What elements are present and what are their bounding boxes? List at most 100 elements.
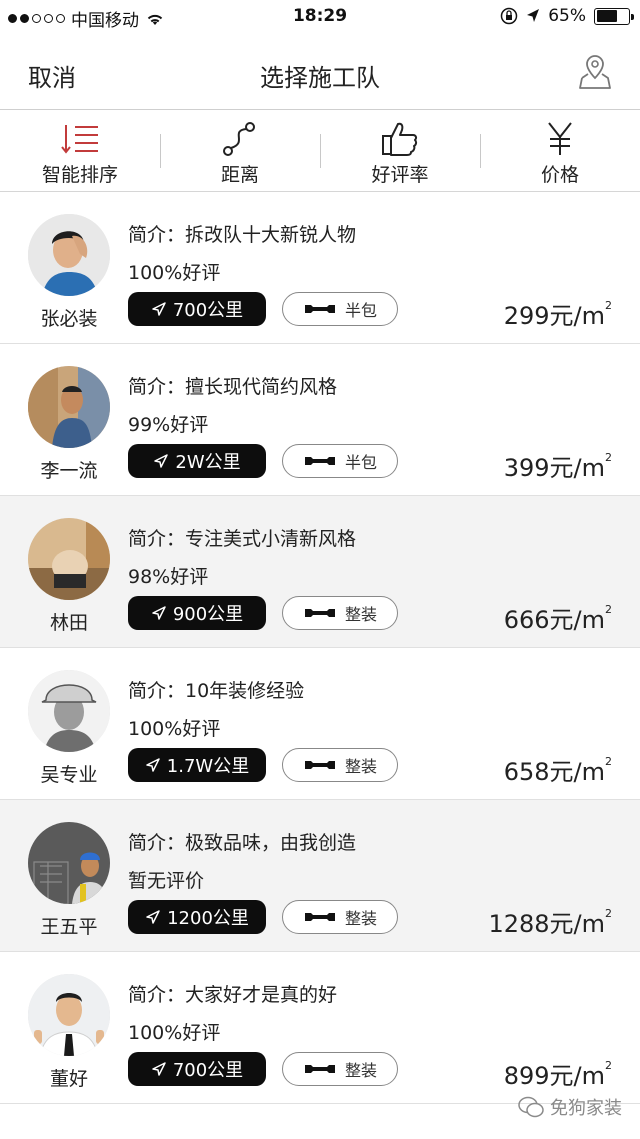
package-text: 半包	[344, 301, 377, 320]
wrench-icon	[304, 305, 335, 313]
navigation-arrow-icon	[152, 302, 166, 316]
price-label: 899元/m2	[504, 1056, 612, 1091]
status-right: 65%	[500, 6, 634, 26]
distance-badge: 1.7W公里	[128, 748, 266, 782]
package-text: 整装	[344, 605, 377, 624]
battery-percent: 65%	[548, 6, 586, 26]
team-intro: 简介：拆改队十大新锐人物	[128, 224, 357, 246]
navigation-arrow-icon	[152, 606, 166, 620]
sort-tab-price[interactable]: 价格	[480, 110, 640, 191]
price-unit-sup: 2	[605, 451, 612, 464]
team-intro: 简介：擅长现代简约风格	[128, 376, 338, 398]
map-pin-icon	[579, 55, 611, 89]
nav-bar: 取消 选择施工队	[0, 34, 640, 110]
team-rating: 98%好评	[128, 566, 209, 588]
avatar	[28, 214, 110, 296]
sort-divider	[160, 134, 161, 168]
package-badge: 半包	[282, 444, 398, 478]
price-unit-sup: 2	[605, 299, 612, 312]
package-badge: 整装	[282, 1052, 398, 1086]
price-label: 1288元/m2	[488, 904, 612, 939]
price-value: 899元/m	[503, 1062, 605, 1090]
sort-tab-label: 好评率	[371, 164, 429, 186]
battery-fill	[596, 10, 617, 22]
map-button[interactable]	[578, 52, 612, 92]
package-text: 整装	[344, 757, 377, 776]
team-rating: 100%好评	[128, 1022, 221, 1044]
price-value: 666元/m	[503, 606, 605, 634]
sort-bar: 智能排序 距离 好评率 价格	[0, 110, 640, 192]
avatar	[28, 670, 110, 752]
distance-badge: 900公里	[128, 596, 266, 630]
cancel-button[interactable]: 取消	[28, 58, 76, 93]
distance-text: 700公里	[172, 300, 244, 321]
price-unit-sup: 2	[605, 907, 612, 920]
package-badge: 整装	[282, 748, 398, 782]
team-card[interactable]: 李一流 简介：擅长现代简约风格 99%好评 2W公里 半包 399元/m2	[0, 344, 640, 496]
price-label: 299元/m2	[504, 296, 612, 331]
price-value: 1288元/m	[488, 910, 605, 938]
team-rating: 100%好评	[128, 262, 221, 284]
team-name: 董好	[49, 1068, 88, 1090]
sort-tab-label: 价格	[540, 164, 579, 186]
sort-tab-smart[interactable]: 智能排序	[0, 110, 160, 191]
wrench-icon	[304, 1065, 335, 1073]
navigation-arrow-icon	[146, 758, 160, 772]
distance-text: 1200公里	[167, 908, 249, 929]
distance-text: 700公里	[172, 1060, 244, 1081]
sort-tab-distance[interactable]: 距离	[160, 110, 320, 191]
sort-tab-label: 智能排序	[41, 164, 118, 186]
team-name: 林田	[49, 612, 88, 634]
team-rating: 99%好评	[128, 414, 209, 436]
watermark: 免狗家装	[518, 1094, 622, 1120]
lock-rotation-icon	[500, 7, 518, 25]
wrench-icon	[304, 457, 335, 465]
team-card[interactable]: 张必装 简介：拆改队十大新锐人物 100%好评 700公里 半包 299元/m2	[0, 192, 640, 344]
distance-text: 1.7W公里	[166, 756, 250, 777]
distance-badge: 700公里	[128, 292, 266, 326]
team-card[interactable]: 董好 简介：大家好才是真的好 100%好评 700公里 整装 899元/m2	[0, 952, 640, 1104]
route-icon	[218, 120, 262, 158]
team-rating: 100%好评	[128, 718, 221, 740]
battery-icon	[594, 7, 634, 25]
distance-badge: 2W公里	[128, 444, 266, 478]
distance-badge: 1200公里	[128, 900, 266, 934]
package-badge: 整装	[282, 900, 398, 934]
price-unit-sup: 2	[605, 1059, 612, 1072]
price-unit-sup: 2	[605, 603, 612, 616]
package-text: 半包	[344, 453, 377, 472]
wechat-icon	[518, 1096, 544, 1118]
wrench-icon	[304, 609, 335, 617]
avatar	[28, 822, 110, 904]
watermark-text: 免狗家装	[550, 1098, 622, 1119]
team-card[interactable]: 吴专业 简介：10年装修经验 100%好评 1.7W公里 整装 658元/m2	[0, 648, 640, 800]
navigation-arrow-icon	[146, 910, 160, 924]
price-label: 399元/m2	[504, 448, 612, 483]
price-label: 658元/m2	[504, 752, 612, 787]
package-badge: 半包	[282, 292, 398, 326]
sort-tab-rating[interactable]: 好评率	[320, 110, 480, 191]
navigation-arrow-icon	[152, 1062, 166, 1076]
team-name: 张必装	[40, 308, 98, 330]
location-arrow-icon	[527, 9, 540, 22]
team-name: 王五平	[40, 916, 98, 938]
team-name: 李一流	[40, 460, 98, 482]
page-title: 选择施工队	[260, 64, 380, 92]
package-badge: 整装	[282, 596, 398, 630]
navigation-arrow-icon	[154, 454, 169, 468]
team-intro: 简介：10年装修经验	[128, 680, 305, 702]
team-name: 吴专业	[40, 764, 98, 786]
package-text: 整装	[344, 909, 377, 928]
avatar	[28, 518, 110, 600]
distance-badge: 700公里	[128, 1052, 266, 1086]
distance-text: 900公里	[172, 604, 244, 625]
sort-lines-icon	[58, 120, 102, 158]
team-rating: 暂无评价	[128, 870, 205, 892]
yen-icon	[538, 120, 582, 158]
team-intro: 简介：极致品味，由我创造	[128, 832, 357, 854]
team-card[interactable]: 王五平 简介：极致品味，由我创造 暂无评价 1200公里 整装 1288元/m2	[0, 800, 640, 952]
avatar	[28, 366, 110, 448]
team-card[interactable]: 林田 简介：专注美式小清新风格 98%好评 900公里 整装 666元/m2	[0, 496, 640, 648]
avatar	[28, 974, 110, 1056]
package-text: 整装	[344, 1061, 377, 1080]
